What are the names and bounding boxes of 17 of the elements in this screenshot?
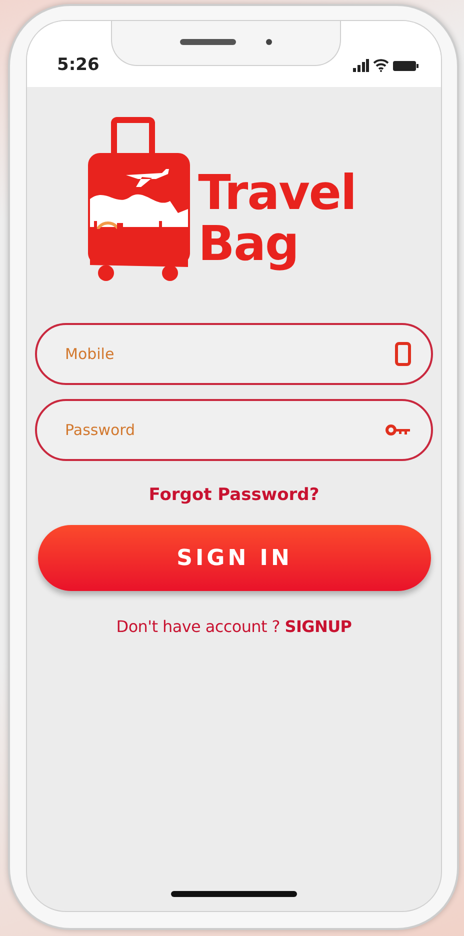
wifi-icon [372,59,389,72]
speaker-grille-icon [179,38,238,46]
key-icon [385,424,411,436]
phone-icon [395,342,411,366]
signal-icon [352,59,369,72]
logo-word: Travel [198,168,356,219]
password-field[interactable]: Password [35,399,433,461]
signup-prompt: Don't have account ? SIGNUP [116,617,352,636]
forgot-password-link[interactable]: Forgot Password? [148,485,320,505]
suitcase-logo-icon [86,117,192,283]
sign-in-button[interactable]: SIGN IN [38,525,431,591]
logo-word: Bag [198,218,300,269]
mobile-field[interactable]: Mobile [35,323,433,385]
battery-icon [392,60,419,72]
status-time: 5:26 [57,55,100,75]
camera-icon [265,38,274,46]
signup-link[interactable]: SIGNUP [284,617,352,636]
